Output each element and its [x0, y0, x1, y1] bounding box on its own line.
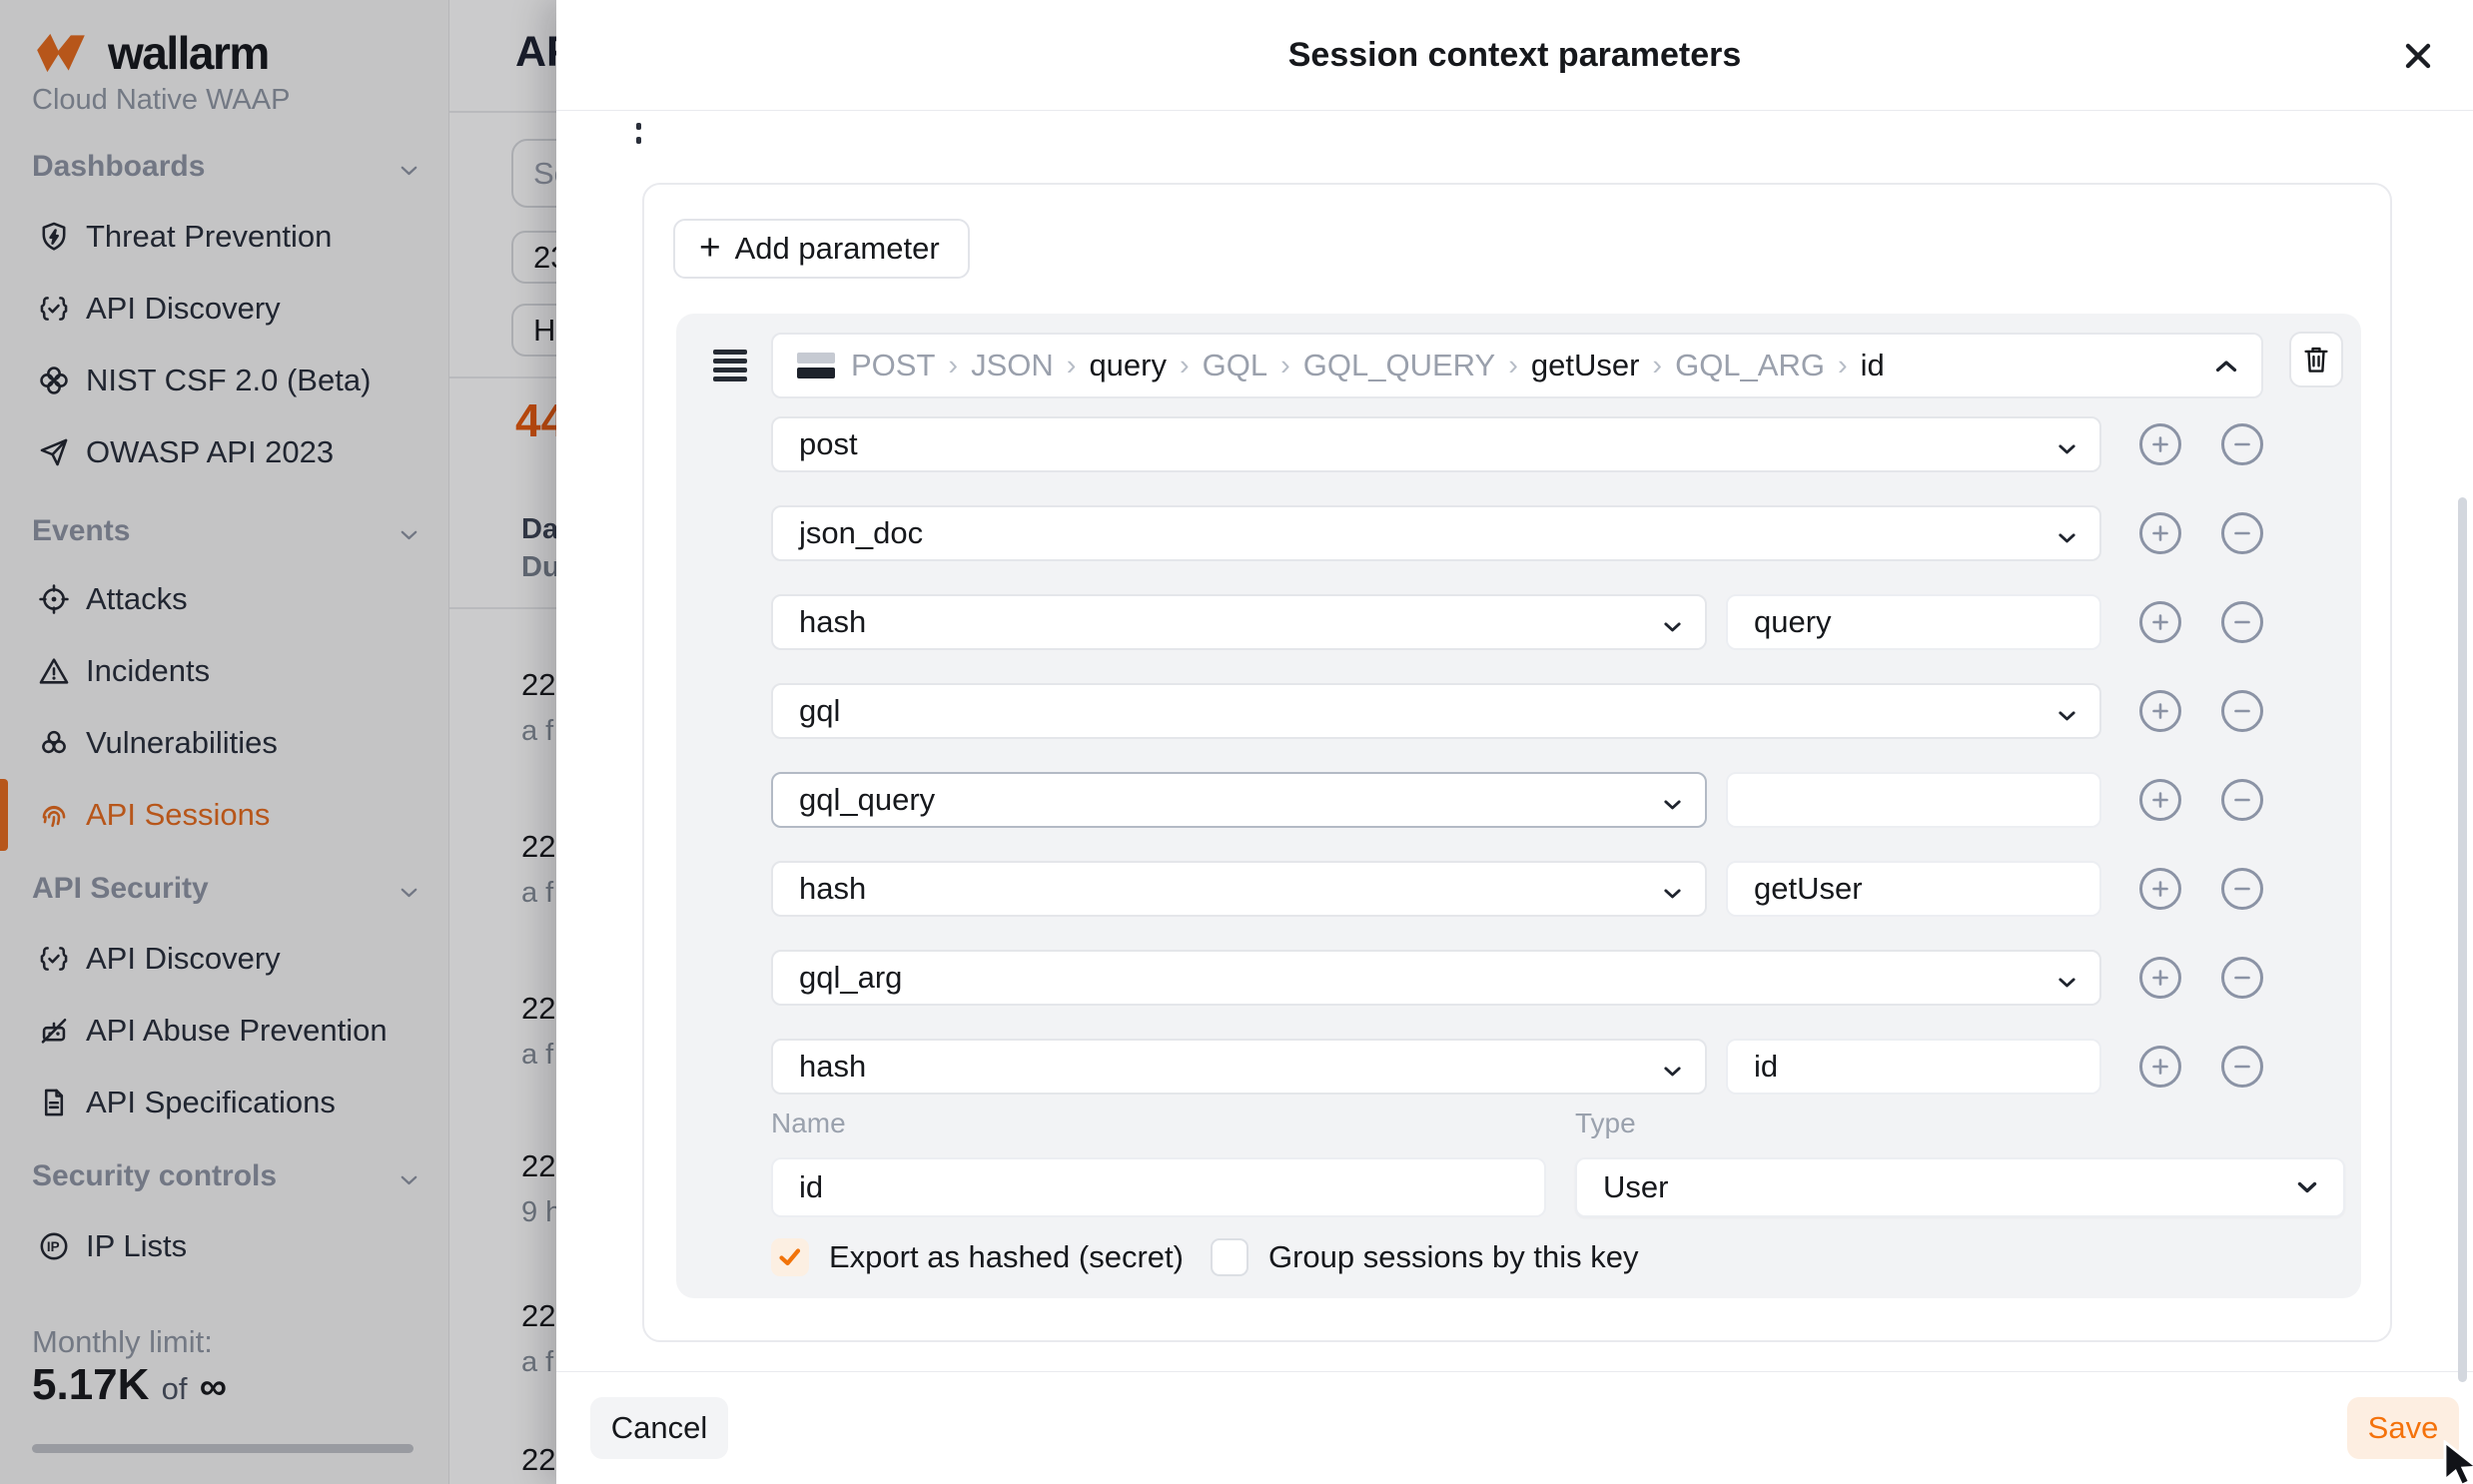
- modal-footer: Cancel Save: [556, 1371, 2473, 1484]
- add-step-button[interactable]: [2139, 423, 2181, 465]
- breadcrumb-separator: ›: [1652, 350, 1662, 382]
- select-value: gql_query: [799, 782, 1664, 818]
- add-step-button[interactable]: [2139, 957, 2181, 999]
- breadcrumb-segment: query: [1089, 348, 1167, 383]
- parameter-path-bar[interactable]: POST › JSON › query › GQL › GQL_QUERY › getUser › GQ…: [771, 333, 2263, 398]
- remove-step-button[interactable]: [2221, 601, 2263, 643]
- breadcrumb-segment: POST: [851, 348, 935, 383]
- checkbox-row: Export as hashed (secret): [771, 1238, 1184, 1276]
- chevron-down-icon: [2059, 960, 2075, 996]
- mouse-cursor: [2443, 1440, 2473, 1484]
- chevron-up-icon[interactable]: [2215, 360, 2237, 372]
- name-label: Name: [771, 1108, 846, 1139]
- add-step-button[interactable]: [2139, 601, 2181, 643]
- breadcrumb-separator: ›: [1508, 350, 1518, 382]
- select-value: gql_arg: [799, 960, 2059, 996]
- checkbox-unchecked[interactable]: [1211, 1238, 1248, 1276]
- delete-parameter-button[interactable]: [2289, 332, 2343, 387]
- breadcrumb-segment: JSON: [971, 348, 1054, 383]
- remove-step-button[interactable]: [2221, 690, 2263, 732]
- select-value: post: [799, 426, 2059, 462]
- close-icon[interactable]: [2400, 38, 2436, 74]
- breadcrumb-segment: id: [1861, 348, 1885, 383]
- parameter-step-select[interactable]: gql_arg: [771, 950, 2101, 1006]
- parameter-step-select[interactable]: post: [771, 416, 2101, 472]
- chevron-down-icon: [2059, 426, 2075, 462]
- select-value: hash: [799, 604, 1664, 640]
- breadcrumb-separator: ›: [1280, 350, 1290, 382]
- remove-step-button[interactable]: [2221, 779, 2263, 821]
- breadcrumb-segment: GQL: [1203, 348, 1267, 383]
- chevron-down-icon: [1664, 1049, 1681, 1085]
- select-value: json_doc: [799, 515, 2059, 551]
- parameter-step-select[interactable]: gql_query: [771, 772, 1707, 828]
- app-screen: wallarm Cloud Native WAAP DashboardsThre…: [0, 0, 2473, 1484]
- parameters-panel: + Add parameter POST › JSON › query › GQL › GQL_…: [642, 183, 2392, 1342]
- chevron-down-icon: [1664, 782, 1681, 818]
- remove-step-button[interactable]: [2221, 868, 2263, 910]
- add-step-button[interactable]: [2139, 1046, 2181, 1088]
- add-step-button[interactable]: [2139, 512, 2181, 554]
- name-input[interactable]: [771, 1157, 1546, 1217]
- chevron-down-icon: [1664, 604, 1681, 640]
- breadcrumb-segment: GQL_QUERY: [1303, 348, 1495, 383]
- parameter-step-select[interactable]: hash: [771, 1039, 1707, 1095]
- modal-body: + Add parameter POST › JSON › query › GQL › GQL_…: [556, 111, 2473, 1371]
- type-label: Type: [1575, 1108, 1636, 1139]
- modal-title: Session context parameters: [1288, 36, 1742, 75]
- remove-step-button[interactable]: [2221, 957, 2263, 999]
- select-value: hash: [799, 1049, 1664, 1085]
- add-step-button[interactable]: [2139, 779, 2181, 821]
- checkbox-row: Group sessions by this key: [1211, 1238, 1638, 1276]
- chevron-down-icon: [2297, 1181, 2317, 1193]
- breadcrumb-separator: ›: [1838, 350, 1848, 382]
- session-context-parameters-modal: Session context parameters + Add paramet…: [556, 0, 2473, 1484]
- checkbox-checked[interactable]: [771, 1238, 809, 1276]
- parameter-card: POST › JSON › query › GQL › GQL_QUERY › getUser › GQ…: [676, 314, 2361, 1298]
- breadcrumb-separator: ›: [1067, 350, 1077, 382]
- chevron-down-icon: [1664, 871, 1681, 907]
- breadcrumb-segment: getUser: [1531, 348, 1640, 383]
- parameter-step-input[interactable]: [1726, 594, 2101, 650]
- remove-step-button[interactable]: [2221, 1046, 2263, 1088]
- chevron-down-icon: [2059, 515, 2075, 551]
- parameter-step-input[interactable]: [1726, 1039, 2101, 1095]
- type-select[interactable]: User: [1575, 1157, 2345, 1217]
- parameter-step-input[interactable]: [1726, 861, 2101, 917]
- add-step-button[interactable]: [2139, 690, 2181, 732]
- checkbox-label[interactable]: Export as hashed (secret): [829, 1239, 1184, 1275]
- breadcrumb: POST › JSON › query › GQL › GQL_QUERY › getUser › GQ…: [851, 348, 1885, 383]
- select-value: gql: [799, 693, 2059, 729]
- breadcrumb-separator: ›: [1180, 350, 1190, 382]
- check-icon: [778, 1247, 802, 1267]
- parameter-step-input[interactable]: [1726, 772, 2101, 828]
- cancel-button[interactable]: Cancel: [590, 1397, 728, 1459]
- checkbox-label[interactable]: Group sessions by this key: [1268, 1239, 1638, 1275]
- parameter-step-select[interactable]: json_doc: [771, 505, 2101, 561]
- chevron-down-icon: [2059, 693, 2075, 729]
- modal-scrollbar-thumb[interactable]: [2458, 497, 2467, 1382]
- drag-handle-icon[interactable]: [713, 350, 747, 381]
- breadcrumb-segment: GQL_ARG: [1675, 348, 1825, 383]
- breadcrumb-separator: ›: [948, 350, 958, 382]
- parameter-step-select[interactable]: gql: [771, 683, 2101, 739]
- remove-step-button[interactable]: [2221, 423, 2263, 465]
- add-parameter-button[interactable]: + Add parameter: [673, 219, 970, 279]
- remove-step-button[interactable]: [2221, 512, 2263, 554]
- trash-icon: [2302, 345, 2330, 374]
- add-step-button[interactable]: [2139, 868, 2181, 910]
- parameter-strip-icon: [797, 353, 835, 379]
- parameter-step-select[interactable]: hash: [771, 594, 1707, 650]
- parameter-step-select[interactable]: hash: [771, 861, 1707, 917]
- modal-header: Session context parameters: [556, 0, 2473, 111]
- select-value: hash: [799, 871, 1664, 907]
- scrolled-text-fragment: [636, 123, 641, 149]
- plus-icon: +: [699, 229, 721, 266]
